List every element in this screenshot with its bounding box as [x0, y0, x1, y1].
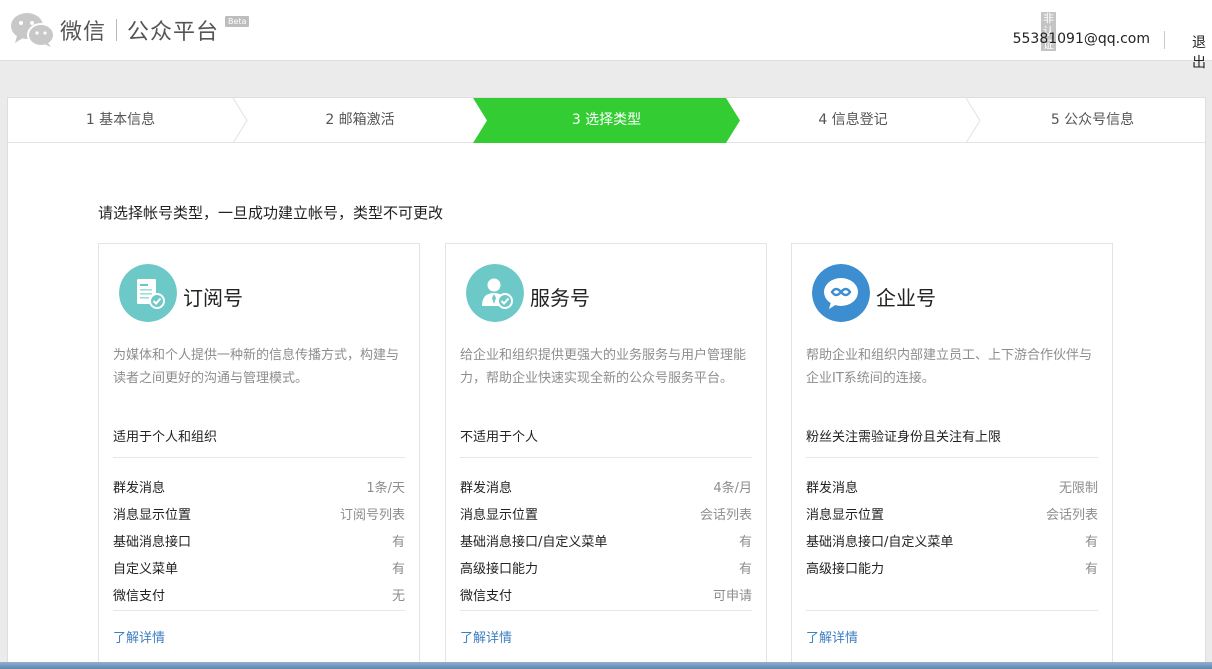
taskbar-edge — [0, 662, 1212, 669]
card-title: 企业号 — [876, 286, 936, 310]
feature-value: 有 — [738, 535, 752, 550]
account-type-card-service[interactable]: 服务号 给企业和组织提供更强大的业务服务与用户管理能力，帮助企业快速实现全新的公… — [445, 243, 767, 669]
feature-label: 自定义菜单 — [113, 562, 179, 577]
divider — [806, 610, 1098, 611]
card-scope: 不适用于个人 — [460, 426, 752, 458]
step-1: 1 基本信息 — [85, 112, 156, 128]
feature-list: 群发消息 1条/天 消息显示位置 订阅号列表 基础消息接口有 自定义菜单有 微信支付… — [113, 480, 405, 615]
feature-value: 无限制 — [1058, 481, 1098, 496]
feature-label: 基础消息接口/自定义菜单 — [806, 535, 954, 550]
feature-row: 基础消息接口/自定义菜单 有 — [806, 534, 1098, 561]
feature-row: 消息显示位置 会话列表 — [806, 507, 1098, 534]
feature-row: 自定义菜单 有 — [113, 561, 405, 588]
feature-value: 4条/月 — [713, 481, 752, 496]
feature-value: 有 — [391, 535, 405, 550]
feature-row: 基础消息接口/自定义菜单 有 — [460, 534, 752, 561]
feature-list: 群发消息 无限制 消息显示位置 会话列表 基础消息接口/自定义菜单有 高级接口能力有 — [806, 480, 1098, 588]
feature-row: 群发消息 1条/天 — [113, 480, 405, 507]
document-check-icon — [119, 264, 177, 322]
top-header: 微信 公众平台 Beta 非认证 55381091@qq.com 退出 — [0, 0, 1212, 71]
feature-label: 消息显示位置 — [806, 508, 885, 523]
card-description: 给企业和组织提供更强大的业务服务与用户管理能力，帮助企业快速实现全新的公众号服务… — [460, 348, 747, 386]
wechat-logo[interactable]: 微信 公众平台 Beta — [10, 12, 250, 48]
step-3: 3 选择类型 — [571, 112, 642, 128]
card-title: 订阅号 — [183, 286, 243, 310]
registration-panel: 1 基本信息 2 邮箱激活 3 选择类型 4 信息登记 5 公众号信息 请选择帐… — [7, 97, 1206, 669]
feature-label: 高级接口能力 — [460, 562, 539, 577]
feature-row: 高级接口能力 有 — [806, 561, 1098, 588]
feature-label: 群发消息 — [460, 481, 513, 496]
feature-label: 消息显示位置 — [460, 508, 539, 523]
feature-value: 会话列表 — [1045, 508, 1098, 523]
step-4: 4 信息登记 — [818, 112, 888, 128]
account-type-card-enterprise[interactable]: 企业号 帮助企业和组织内部建立员工、上下游合作伙伴与企业IT系统间的连接。 粉丝… — [791, 243, 1113, 669]
card-description: 为媒体和个人提供一种新的信息传播方式，构建与读者之间更好的沟通与管理模式。 — [113, 348, 400, 386]
feature-value: 订阅号列表 — [339, 508, 405, 523]
feature-value: 有 — [391, 562, 405, 577]
feature-value: 1条/天 — [366, 481, 405, 496]
platform-name: 公众平台 — [127, 20, 220, 45]
feature-row: 群发消息 无限制 — [806, 480, 1098, 507]
card-title: 服务号 — [530, 286, 590, 310]
step-5: 5 公众号信息 — [1050, 112, 1135, 128]
feature-label: 消息显示位置 — [113, 508, 192, 523]
card-description: 帮助企业和组织内部建立员工、上下游合作伙伴与企业IT系统间的连接。 — [806, 348, 1093, 386]
feature-label: 基础消息接口 — [113, 535, 192, 550]
beta-badge: Beta — [225, 16, 250, 27]
feature-value: 会话列表 — [699, 508, 752, 523]
card-scope: 适用于个人和组织 — [113, 426, 405, 458]
feature-value: 有 — [1084, 562, 1098, 577]
learn-more-link[interactable]: 了解详情 — [113, 627, 165, 646]
feature-row: 消息显示位置 订阅号列表 — [113, 507, 405, 534]
wechat-logo-icon — [11, 13, 55, 47]
feature-value: 有 — [1084, 535, 1098, 550]
feature-row: 基础消息接口 有 — [113, 534, 405, 561]
learn-more-link[interactable]: 了解详情 — [460, 627, 512, 646]
divider — [113, 610, 405, 611]
divider — [460, 610, 752, 611]
feature-label: 群发消息 — [113, 481, 166, 496]
account-divider — [1164, 31, 1165, 49]
logo-text: 微信 — [60, 20, 107, 45]
feature-value: 有 — [738, 562, 752, 577]
logo-divider — [116, 19, 118, 41]
learn-more-link[interactable]: 了解详情 — [806, 627, 858, 646]
feature-row: 高级接口能力 有 — [460, 561, 752, 588]
feature-row: 群发消息 4条/月 — [460, 480, 752, 507]
logout-link[interactable]: 退出 — [1192, 32, 1206, 72]
feature-list: 群发消息 4条/月 消息显示位置 会话列表 基础消息接口/自定义菜单有 高级接口能力… — [460, 480, 752, 615]
card-scope: 粉丝关注需验证身份且关注有上限 — [806, 426, 1098, 458]
feature-label: 基础消息接口/自定义菜单 — [460, 535, 608, 550]
account-type-card-subscription[interactable]: 订阅号 为媒体和个人提供一种新的信息传播方式，构建与读者之间更好的沟通与管理模式… — [98, 243, 420, 669]
feature-row: 消息显示位置 会话列表 — [460, 507, 752, 534]
enterprise-chat-icon — [812, 264, 870, 322]
page-title: 请选择帐号类型，一旦成功建立帐号，类型不可更改 — [98, 204, 444, 222]
step-2: 2 邮箱激活 — [325, 112, 395, 128]
account-email[interactable]: 55381091@qq.com — [1013, 31, 1150, 47]
step-progress-bar: 1 基本信息 2 邮箱激活 3 选择类型 4 信息登记 5 公众号信息 — [8, 98, 1205, 143]
feature-label: 高级接口能力 — [806, 562, 885, 577]
person-check-icon — [466, 264, 524, 322]
feature-label: 群发消息 — [806, 481, 859, 496]
